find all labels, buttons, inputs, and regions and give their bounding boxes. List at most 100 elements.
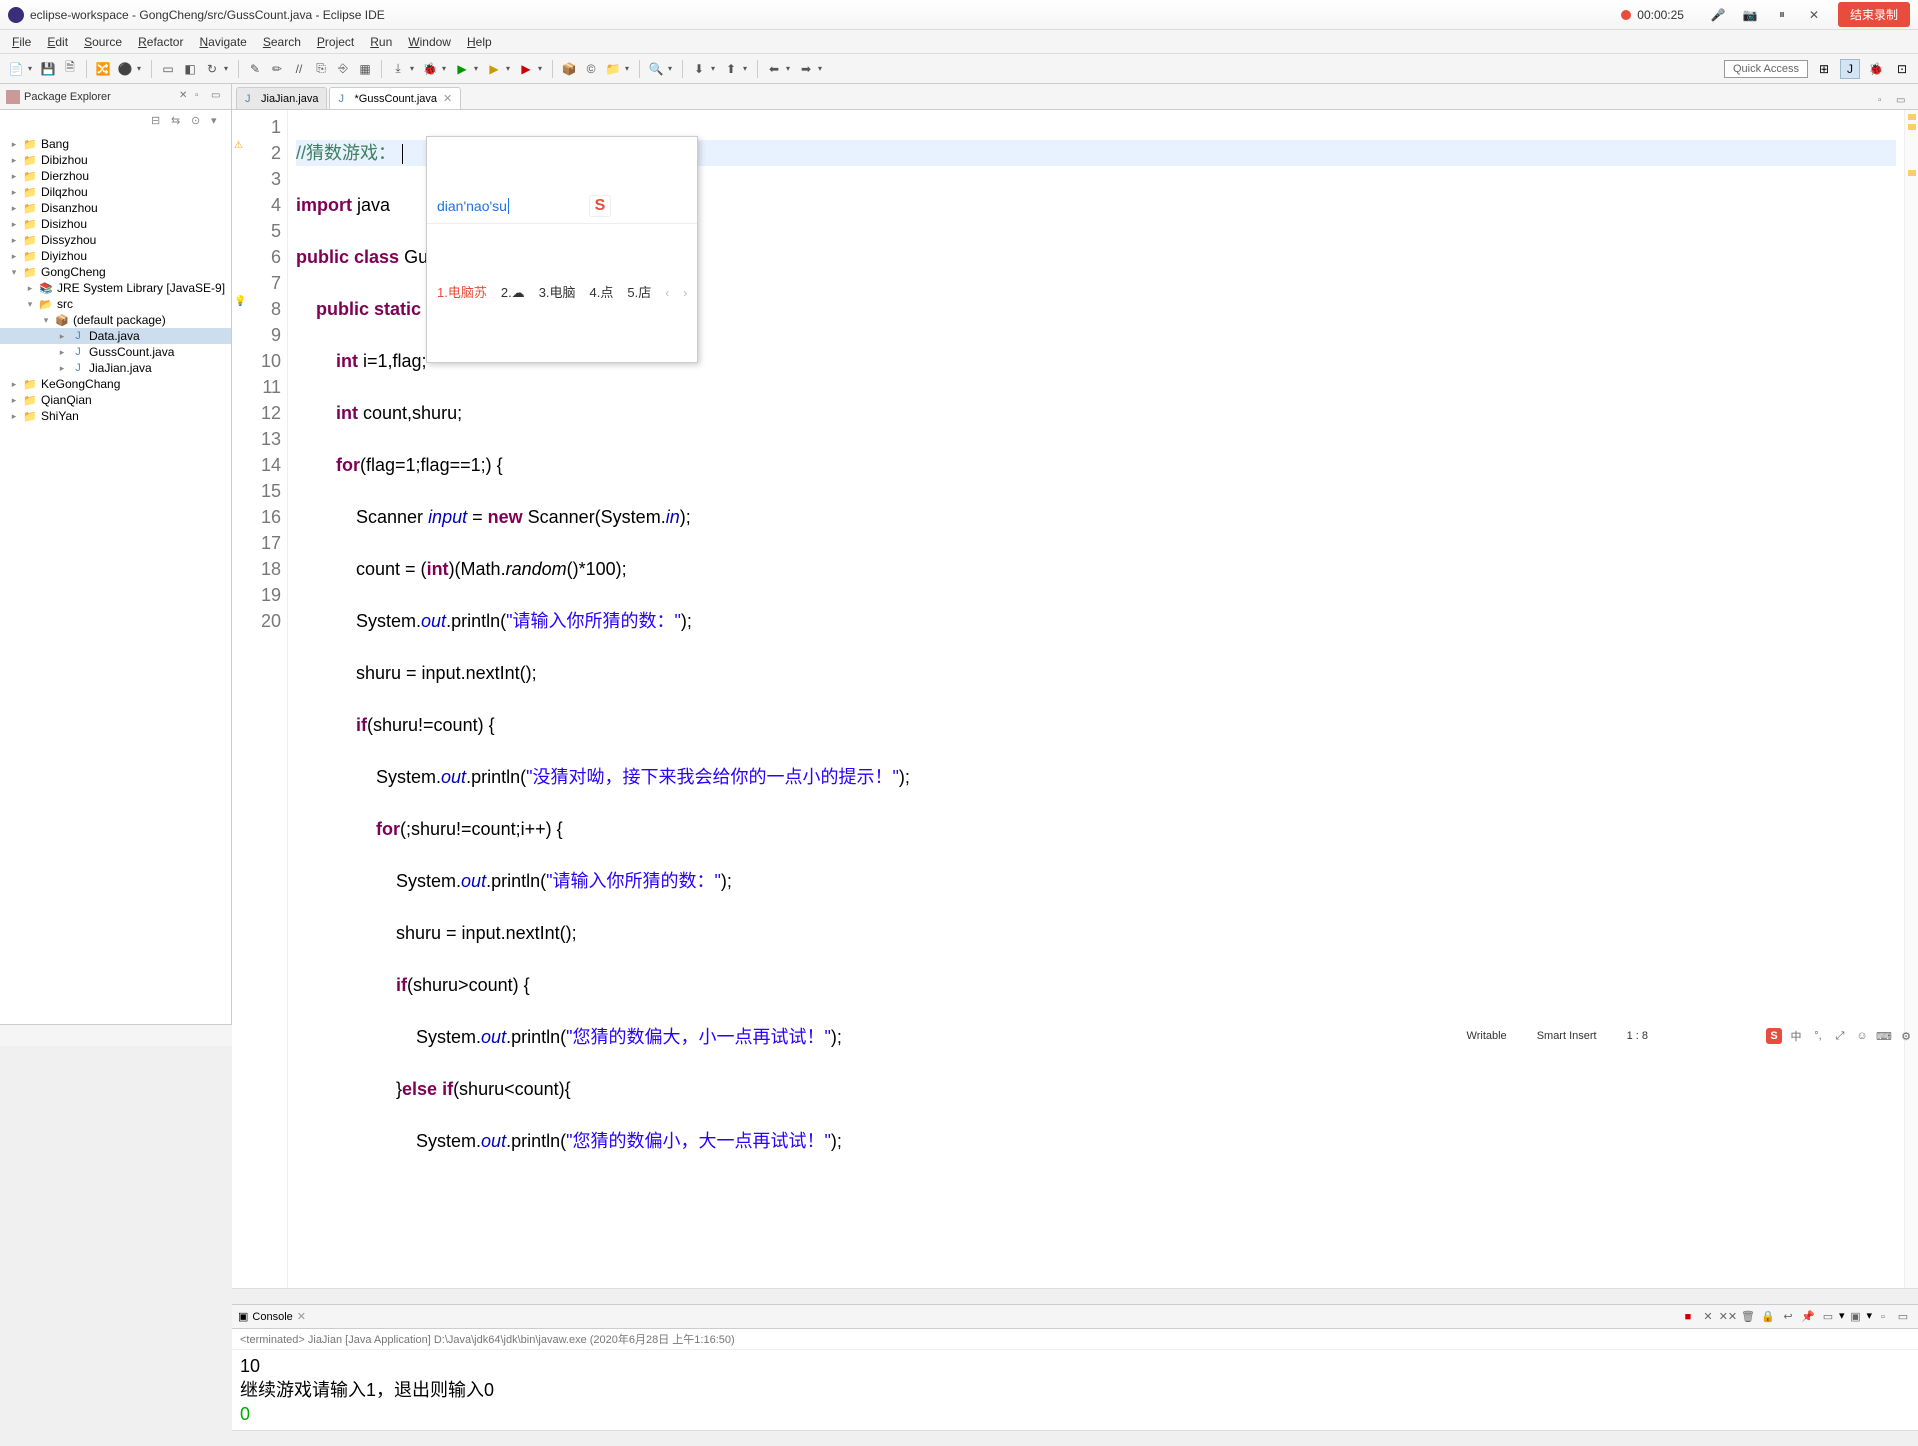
tree-arrow-icon[interactable]: ▸ (6, 171, 22, 182)
highlight-icon[interactable]: ✏ (267, 59, 287, 79)
save-icon[interactable]: 💾 (38, 59, 58, 79)
stop-icon[interactable]: ✕ (1800, 4, 1828, 26)
scroll-lock-icon[interactable]: 🔒 (1759, 1309, 1777, 1325)
tree-item[interactable]: ▸JData.java (0, 328, 231, 344)
view-close-icon[interactable]: ✕ (179, 90, 193, 104)
search2-icon[interactable]: 🔍 (646, 59, 666, 79)
editor-tab-jiajian[interactable]: J JiaJian.java (236, 87, 327, 109)
pause-icon[interactable]: ⏸ (1768, 4, 1796, 26)
ime-keyboard-icon[interactable]: ⌨ (1876, 1028, 1892, 1044)
view-min-icon[interactable]: ▫ (195, 90, 209, 104)
new-pkg-icon[interactable]: 📦 (559, 59, 579, 79)
terminate-icon[interactable]: ■ (1679, 1309, 1697, 1325)
tree-item[interactable]: ▾📦(default package) (0, 312, 231, 328)
menu-refactor[interactable]: Refactor (130, 32, 191, 52)
tree-arrow-icon[interactable]: ▸ (6, 235, 22, 246)
debug-icon[interactable]: 🐞 (420, 59, 440, 79)
ime-candidate[interactable]: 4.点 (590, 280, 614, 306)
prev-ann-icon[interactable]: ⬆ (721, 59, 741, 79)
menu-help[interactable]: Help (459, 32, 500, 52)
tree-arrow-icon[interactable]: ▸ (6, 219, 22, 230)
switch-icon[interactable]: 🔀 (93, 59, 113, 79)
ime-popup[interactable]: dian'nao'su S 1.电脑苏 2.☁ 3.电脑 4.点 5.店 ‹ › (426, 136, 698, 363)
build-icon[interactable]: ⚫ (115, 59, 135, 79)
tree-arrow-icon[interactable]: ▸ (6, 155, 22, 166)
editor-min-icon[interactable]: ▫ (1878, 95, 1892, 109)
tree-item[interactable]: ▸📁Dissyzhou (0, 232, 231, 248)
tree-item[interactable]: ▾📂src (0, 296, 231, 312)
ime-candidate[interactable]: 1.电脑苏 (437, 280, 487, 306)
tree-item[interactable]: ▾📁GongCheng (0, 264, 231, 280)
end-record-button[interactable]: 结束录制 (1838, 2, 1910, 27)
ime-width-icon[interactable]: ⤢ (1832, 1028, 1848, 1044)
format-icon[interactable]: ⎘ (311, 59, 331, 79)
menu-source[interactable]: Source (76, 32, 130, 52)
tree-arrow-icon[interactable]: ▸ (6, 203, 22, 214)
open-console-icon[interactable]: ▣ (1846, 1309, 1864, 1325)
link-editor-icon[interactable]: ⇆ (171, 114, 185, 128)
pin-console-icon[interactable]: 📌 (1799, 1309, 1817, 1325)
ime-emoji-icon[interactable]: ☺ (1854, 1028, 1870, 1044)
tree-item[interactable]: ▸📁Dibizhou (0, 152, 231, 168)
ext-tools-icon[interactable]: ▶ (516, 59, 536, 79)
ime-candidates[interactable]: 1.电脑苏 2.☁ 3.电脑 4.点 5.店 ‹ › (427, 276, 697, 310)
word-wrap-icon[interactable]: ↩ (1779, 1309, 1797, 1325)
editor-tab-gusscount[interactable]: J *GussCount.java ✕ (329, 87, 461, 109)
skip-icon[interactable]: ⤓ (388, 59, 408, 79)
display-sel-icon[interactable]: ▭ (1819, 1309, 1837, 1325)
console-max-icon[interactable]: ▭ (1894, 1309, 1912, 1325)
mic-icon[interactable]: 🎤 (1704, 4, 1732, 26)
next-ann-icon[interactable]: ⬇ (689, 59, 709, 79)
tree-item[interactable]: ▸JJiaJian.java (0, 360, 231, 376)
java-perspective-icon[interactable]: J (1840, 59, 1860, 79)
ime-candidate[interactable]: 5.店 (627, 280, 651, 306)
overview-ruler[interactable] (1904, 110, 1918, 1288)
save-all-icon[interactable]: 🗎 (60, 59, 80, 79)
new-icon[interactable]: 📄 (6, 59, 26, 79)
block-icon[interactable]: ▦ (355, 59, 375, 79)
menu-project[interactable]: Project (309, 32, 362, 52)
tree-item[interactable]: ▸📁Bang (0, 136, 231, 152)
console-output[interactable]: 10继续游戏请输入1，退出则输入00 (232, 1350, 1918, 1430)
tree-item[interactable]: ▸📁Diyizhou (0, 248, 231, 264)
tree-arrow-icon[interactable]: ▸ (54, 363, 70, 374)
menu-run[interactable]: Run (362, 32, 400, 52)
run-icon[interactable]: ▶ (452, 59, 472, 79)
forward-icon[interactable]: ➡ (796, 59, 816, 79)
ime-candidate[interactable]: 3.电脑 (539, 280, 576, 306)
menu-search[interactable]: Search (255, 32, 309, 52)
tree-arrow-icon[interactable]: ▾ (22, 299, 38, 310)
lightbulb-marker-icon[interactable]: 💡 (234, 296, 246, 308)
tree-arrow-icon[interactable]: ▸ (54, 331, 70, 342)
toggle-icon[interactable]: ◧ (180, 59, 200, 79)
tree-item[interactable]: ▸JGussCount.java (0, 344, 231, 360)
view-max-icon[interactable]: ▭ (211, 90, 225, 104)
organize-icon[interactable]: ⎆ (333, 59, 353, 79)
tree-arrow-icon[interactable]: ▾ (38, 315, 54, 326)
ruler-marker-icon[interactable] (1908, 114, 1916, 120)
tree-item[interactable]: ▸📁Disizhou (0, 216, 231, 232)
open-type-icon[interactable]: ▭ (158, 59, 178, 79)
open-perspective-icon[interactable]: ⊞ (1814, 59, 1834, 79)
warning-marker-icon[interactable]: ⚠ (234, 140, 246, 152)
ime-candidate[interactable]: 2.☁ (501, 280, 525, 306)
remove-all-icon[interactable]: ✕✕ (1719, 1309, 1737, 1325)
editor-max-icon[interactable]: ▭ (1896, 95, 1910, 109)
code-area[interactable]: //猜数游戏： import java public class GussCou… (288, 110, 1904, 1288)
ime-punct-icon[interactable]: °, (1810, 1028, 1826, 1044)
tree-item[interactable]: ▸📁ShiYan (0, 408, 231, 424)
camera-icon[interactable]: 📷 (1736, 4, 1764, 26)
menu-window[interactable]: Window (400, 32, 459, 52)
tree-arrow-icon[interactable]: ▸ (22, 283, 38, 294)
remove-launch-icon[interactable]: ✕ (1699, 1309, 1717, 1325)
view-menu-icon[interactable]: ▾ (211, 114, 225, 128)
refresh-icon[interactable]: ↻ (202, 59, 222, 79)
tree-item[interactable]: ▸📁Disanzhou (0, 200, 231, 216)
ime-next-icon[interactable]: › (683, 280, 687, 306)
coverage-icon[interactable]: ▶ (484, 59, 504, 79)
ime-tools-icon[interactable]: ⚙ (1898, 1028, 1914, 1044)
console-h-scrollbar[interactable] (232, 1430, 1918, 1446)
tree-arrow-icon[interactable]: ▸ (6, 379, 22, 390)
package-tree[interactable]: ▸📁Bang▸📁Dibizhou▸📁Dierzhou▸📁Dilqzhou▸📁Di… (0, 132, 231, 1024)
menu-file[interactable]: File (4, 32, 39, 52)
